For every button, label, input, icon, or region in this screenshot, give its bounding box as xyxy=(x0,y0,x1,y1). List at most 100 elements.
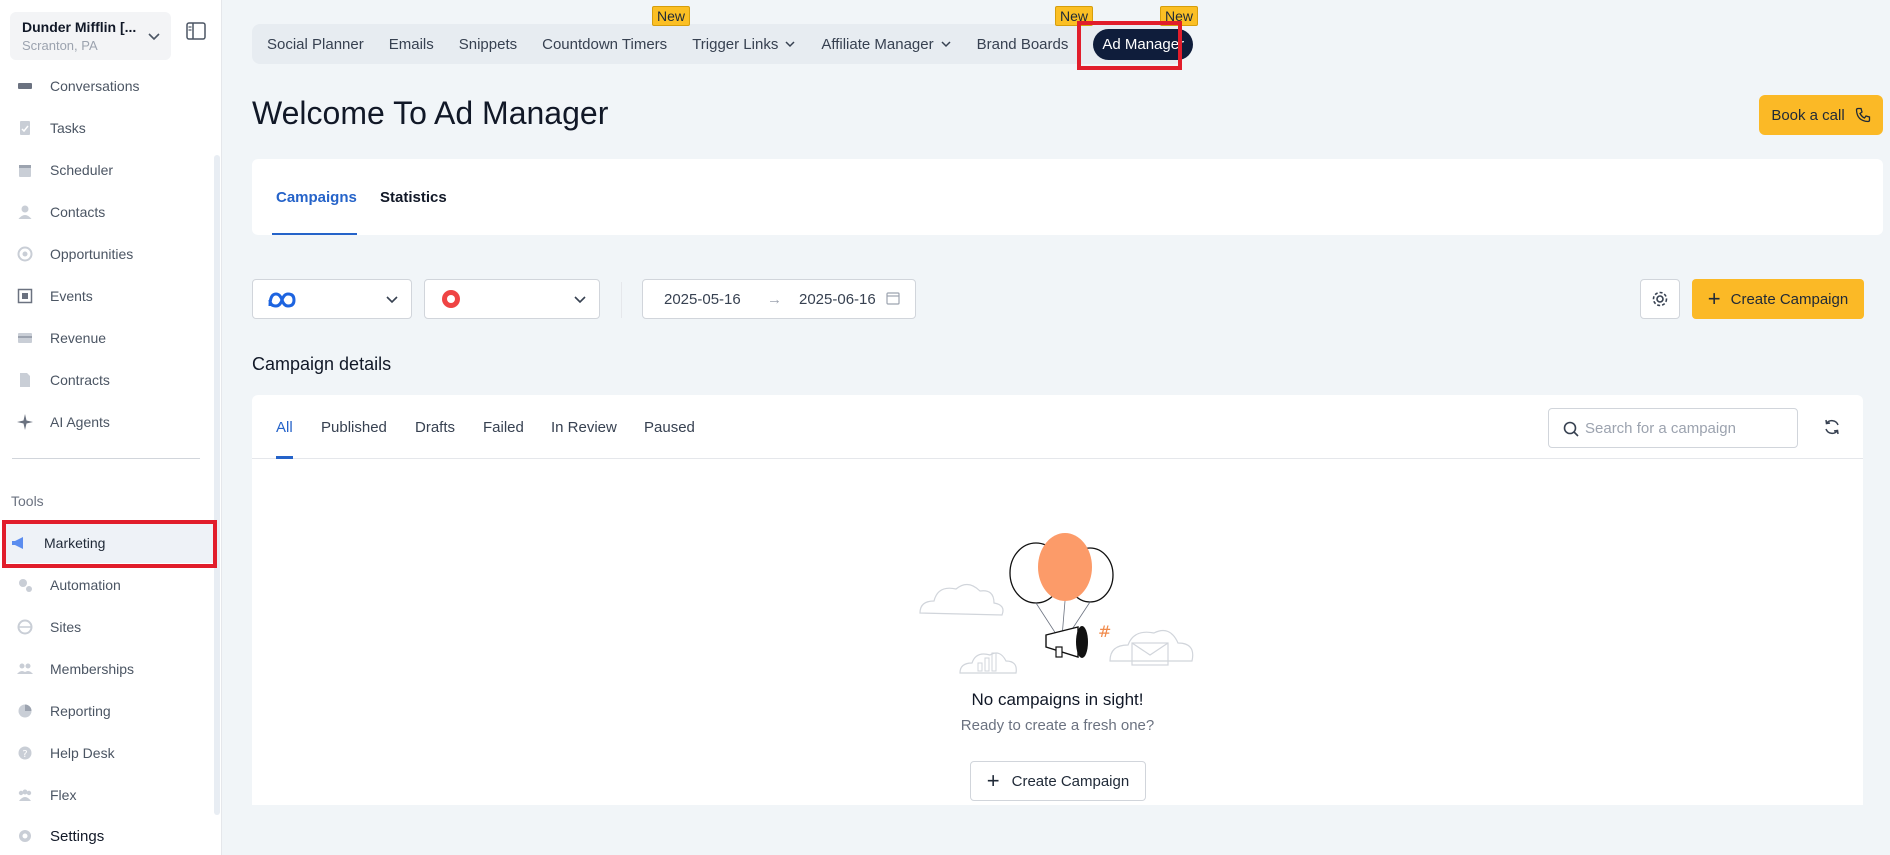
tab-trigger-links[interactable]: Trigger Links xyxy=(692,36,796,53)
create-campaign-label: Create Campaign xyxy=(1730,290,1849,308)
chevron-down-icon xyxy=(148,33,160,41)
sidebar-item-label: Settings xyxy=(50,827,105,845)
svg-text:?: ? xyxy=(22,749,27,760)
sidebar-item-marketing[interactable]: Marketing xyxy=(4,523,214,563)
refresh-icon[interactable] xyxy=(1823,418,1841,436)
sidebar-item-label: Opportunities xyxy=(50,246,134,262)
phone-icon xyxy=(1855,107,1870,123)
settings-button[interactable] xyxy=(1640,279,1680,319)
sidebar-item-label: Marketing xyxy=(44,535,106,551)
tab-countdown-timers[interactable]: Countdown Timers xyxy=(542,36,667,53)
date-start: 2025-05-16 xyxy=(664,291,741,308)
tasks-icon xyxy=(14,117,36,139)
empty-state-title: No campaigns in sight! xyxy=(971,690,1144,709)
account-location: Scranton, PA xyxy=(22,38,98,53)
sidebar-item-label: Help Desk xyxy=(50,745,115,761)
document-icon xyxy=(14,369,36,391)
account-switcher[interactable]: Dunder Mifflin [... Scranton, PA xyxy=(10,12,171,60)
tab-snippets[interactable]: Snippets xyxy=(459,36,517,53)
sidebar-item-reporting[interactable]: Reporting xyxy=(10,691,210,731)
chevron-down-icon xyxy=(785,41,795,48)
sidebar-item-revenue[interactable]: Revenue xyxy=(10,318,210,358)
sidebar-item-settings[interactable]: Settings xyxy=(10,816,210,855)
book-call-button[interactable]: Book a call xyxy=(1759,95,1883,135)
tools-section-label: Tools xyxy=(11,493,44,509)
sidebar-item-label: Contacts xyxy=(50,204,106,220)
events-icon xyxy=(14,285,36,307)
sidebar-item-contracts[interactable]: Contracts xyxy=(10,360,210,400)
sidebar-item-sites[interactable]: Sites xyxy=(10,607,210,647)
sidebar-item-automation[interactable]: Automation xyxy=(10,565,210,605)
account-avatar-icon xyxy=(442,290,460,308)
sidebar-item-help-desk[interactable]: ? Help Desk xyxy=(10,733,210,773)
tab-published[interactable]: Published xyxy=(321,419,387,436)
status-tabs: All Published Drafts Failed In Review Pa… xyxy=(252,395,1863,459)
platform-select[interactable] xyxy=(252,279,412,319)
date-end: 2025-06-16 xyxy=(799,291,876,308)
sidebar-item-memberships[interactable]: Memberships xyxy=(10,649,210,689)
tab-brand-boards[interactable]: Brand Boards xyxy=(977,36,1069,53)
empty-state-illustration: # xyxy=(919,533,1194,674)
svg-text:#: # xyxy=(1098,622,1111,641)
sidebar-item-tasks[interactable]: Tasks xyxy=(10,108,210,148)
sidebar-item-contacts[interactable]: Contacts xyxy=(10,192,210,232)
new-badge-countdown: New xyxy=(652,6,691,26)
sidebar-scrollbar[interactable] xyxy=(214,155,220,815)
new-badge-brand-boards: New xyxy=(1055,6,1094,26)
date-range-picker[interactable]: 2025-05-16 → 2025-06-16 xyxy=(642,279,916,319)
sidebar-toggle-icon[interactable] xyxy=(186,22,206,40)
tab-paused[interactable]: Paused xyxy=(644,419,695,436)
sidebar-item-label: Flex xyxy=(50,787,77,803)
date-arrow: → xyxy=(767,291,782,308)
campaign-search[interactable] xyxy=(1548,408,1798,448)
tab-emails[interactable]: Emails xyxy=(389,36,434,53)
calendar-icon xyxy=(14,159,36,181)
tab-underline xyxy=(276,456,293,459)
sidebar-item-events[interactable]: Events xyxy=(10,276,210,316)
sidebar-item-label: Events xyxy=(50,288,93,304)
sidebar-divider xyxy=(12,458,200,459)
chevron-down-icon xyxy=(386,296,398,304)
main-tabs-card: Campaigns Statistics xyxy=(252,159,1883,235)
tab-affiliate-manager[interactable]: Affiliate Manager xyxy=(821,36,951,53)
sidebar-item-label: Revenue xyxy=(50,330,107,346)
marketing-tabs: Social Planner Emails Snippets Countdown… xyxy=(252,24,1194,64)
section-title: Campaign details xyxy=(252,354,392,374)
sidebar-item-scheduler[interactable]: Scheduler xyxy=(10,150,210,190)
sidebar-item-conversations[interactable]: Conversations xyxy=(10,66,210,106)
chat-icon xyxy=(14,75,36,97)
empty-state-subtitle: Ready to create a fresh one? xyxy=(960,717,1155,734)
sidebar-item-opportunities[interactable]: Opportunities xyxy=(10,234,210,274)
megaphone-icon xyxy=(8,532,30,554)
tab-ad-manager[interactable]: Ad Manager xyxy=(1093,28,1194,60)
help-icon: ? xyxy=(14,742,36,764)
tab-in-review[interactable]: In Review xyxy=(551,419,617,436)
sidebar-item-flex[interactable]: Flex xyxy=(10,775,210,815)
empty-create-campaign-button[interactable]: + Create Campaign xyxy=(970,761,1146,801)
account-select[interactable] xyxy=(424,279,600,319)
tab-failed[interactable]: Failed xyxy=(483,419,524,436)
tab-social-planner[interactable]: Social Planner xyxy=(267,36,364,53)
sidebar-item-ai-agents[interactable]: AI Agents xyxy=(10,402,210,442)
search-icon xyxy=(1563,421,1579,437)
tab-drafts[interactable]: Drafts xyxy=(415,419,455,436)
tab-underline xyxy=(272,233,357,235)
tab-statistics[interactable]: Statistics xyxy=(380,189,447,206)
plus-icon: + xyxy=(986,768,1000,793)
create-campaign-button[interactable]: + Create Campaign xyxy=(1692,279,1864,319)
sidebar: Dunder Mifflin [... Scranton, PA Convers… xyxy=(0,0,222,855)
sparkle-icon xyxy=(14,411,36,433)
card-icon xyxy=(14,327,36,349)
tab-all[interactable]: All xyxy=(276,419,293,436)
gears-icon xyxy=(14,574,36,596)
campaign-details-card: All Published Drafts Failed In Review Pa… xyxy=(252,395,1863,805)
person-icon xyxy=(14,201,36,223)
tab-label: Trigger Links xyxy=(692,35,779,53)
meta-logo-icon xyxy=(268,292,296,308)
plus-icon: + xyxy=(1707,286,1721,311)
page-title: Welcome To Ad Manager xyxy=(252,95,609,131)
search-input[interactable] xyxy=(1585,417,1785,439)
empty-create-campaign-label: Create Campaign xyxy=(1011,772,1130,790)
account-name: Dunder Mifflin [... xyxy=(22,19,137,35)
tab-campaigns[interactable]: Campaigns xyxy=(276,189,357,206)
